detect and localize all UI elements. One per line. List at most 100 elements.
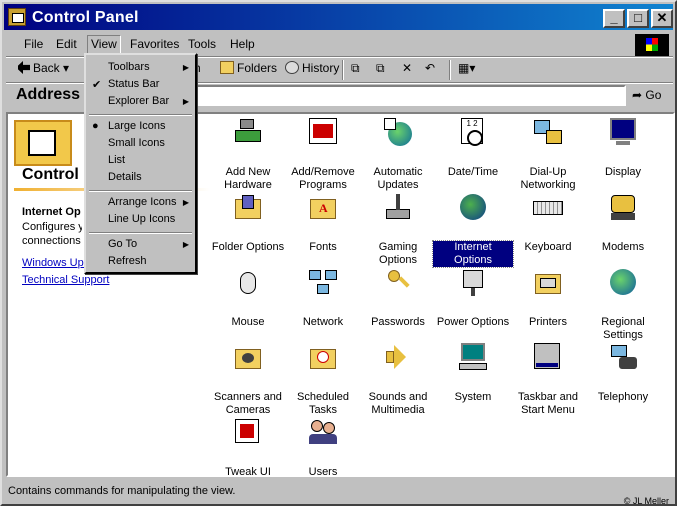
view-menu-item-toolbars[interactable]: Toolbars ▶ — [86, 61, 195, 78]
view-menu-item-status-bar[interactable]: ✔ Status Bar — [86, 78, 195, 95]
cp-item[interactable]: Add New Hardware — [208, 116, 288, 192]
internet-globe-icon — [457, 191, 489, 223]
cp-item[interactable]: Display — [583, 116, 663, 179]
move-to-icon[interactable]: ⧉ — [351, 61, 360, 76]
description-line: Configures yo — [22, 221, 82, 233]
close-button[interactable]: ✕ — [651, 9, 673, 28]
view-menu-item-large-icons[interactable]: ● Large Icons — [86, 120, 195, 137]
view-menu-item-arrange-icons[interactable]: Arrange Icons ▶ — [86, 196, 195, 213]
title-bar[interactable]: Control Panel _ □ ✕ — [4, 4, 673, 30]
menu-favorites[interactable]: Favorites — [130, 37, 179, 51]
tweak-icon — [232, 416, 264, 448]
submenu-arrow-icon: ▶ — [182, 97, 189, 106]
network-icon — [307, 266, 339, 298]
cp-item-label: Users — [308, 466, 338, 478]
cp-item-label: Printers — [529, 316, 567, 328]
cp-item-label: Fonts — [309, 241, 337, 253]
view-menu-item-small-icons[interactable]: Small Icons — [86, 137, 195, 154]
cp-item[interactable]: Power Options — [433, 266, 513, 329]
folders-button[interactable]: Folders — [220, 61, 277, 75]
minimize-button[interactable]: _ — [603, 9, 625, 28]
view-menu-label: Small Icons — [108, 137, 165, 149]
folders-icon — [220, 61, 234, 74]
cp-item[interactable]: Scheduled Tasks — [283, 341, 363, 417]
history-button[interactable]: History — [285, 61, 339, 75]
menu-edit[interactable]: Edit — [56, 37, 77, 51]
modem-icon — [607, 191, 639, 223]
view-menu-label: Large Icons — [108, 120, 166, 132]
cp-item[interactable]: Printers — [508, 266, 588, 329]
cp-item[interactable]: Dial-Up Networking — [508, 116, 588, 192]
cp-item-label: System — [454, 391, 492, 403]
cp-item-label: Taskbar and Start Menu — [518, 391, 578, 416]
menu-separator — [89, 190, 192, 192]
cp-item[interactable]: Network — [283, 266, 363, 329]
description-line: connections s — [22, 235, 82, 247]
cp-item[interactable]: Users — [283, 416, 363, 479]
cp-item[interactable]: Add/Remove Programs — [283, 116, 363, 192]
power-plug-icon — [457, 266, 489, 298]
menu-separator — [89, 114, 192, 116]
view-menu-item-list[interactable]: List — [86, 154, 195, 171]
cp-item[interactable]: Passwords — [358, 266, 438, 329]
back-button[interactable]: Back ▾ — [16, 61, 69, 75]
fonts-folder-icon: A — [307, 191, 339, 223]
go-button[interactable]: ➦ Go — [632, 88, 661, 102]
view-menu-item-refresh[interactable]: Refresh — [86, 255, 195, 272]
window-title: Control Panel — [32, 9, 139, 26]
submenu-arrow-icon: ▶ — [182, 63, 189, 72]
cp-item[interactable]: Telephony — [583, 341, 663, 404]
cp-item[interactable]: Mouse — [208, 266, 288, 329]
submenu-arrow-icon: ▶ — [182, 198, 189, 207]
joystick-icon — [382, 191, 414, 223]
cp-item[interactable]: Folder Options — [208, 191, 288, 254]
cp-item[interactable]: A Fonts — [283, 191, 363, 254]
delete-icon[interactable]: ✕ — [402, 61, 412, 75]
cp-item-label: Regional Settings — [601, 316, 645, 341]
cp-item[interactable]: Sounds and Multimedia — [358, 341, 438, 417]
cp-item-label: Power Options — [436, 316, 510, 328]
undo-icon[interactable]: ↶ — [425, 61, 435, 75]
menu-view[interactable]: View — [87, 35, 121, 55]
cp-item-label: Telephony — [597, 391, 649, 403]
address-label: Address — [16, 86, 81, 103]
cp-item[interactable]: Automatic Updates — [358, 116, 438, 192]
menu-file[interactable]: File — [24, 37, 43, 51]
maximize-button[interactable]: □ — [627, 9, 649, 28]
cp-item-label: Mouse — [231, 316, 265, 328]
cp-item-label: Folder Options — [211, 241, 285, 253]
view-menu-item-go-to[interactable]: Go To ▶ — [86, 238, 195, 255]
cp-item[interactable]: System — [433, 341, 513, 404]
menu-help[interactable]: Help — [230, 37, 255, 51]
radio-bullet-icon: ● — [92, 120, 99, 132]
submenu-arrow-icon: ▶ — [182, 240, 189, 249]
cp-item[interactable]: Regional Settings — [583, 266, 663, 342]
menu-tools[interactable]: Tools — [188, 37, 216, 51]
cp-item[interactable]: Modems — [583, 191, 663, 254]
view-menu-label: Details — [108, 171, 142, 183]
hardware-icon — [232, 116, 264, 148]
cp-item[interactable]: Scanners and Cameras — [208, 341, 288, 417]
scheduled-folder-icon — [307, 341, 339, 373]
view-menu-item-explorer-bar[interactable]: Explorer Bar ▶ — [86, 95, 195, 112]
view-menu-item-details[interactable]: Details — [86, 171, 195, 188]
view-menu-item-line-up-icons[interactable]: Line Up Icons — [86, 213, 195, 230]
cp-item[interactable]: 1 2 Date/Time — [433, 116, 513, 179]
cp-item[interactable]: Internet Options — [432, 191, 514, 268]
cp-item[interactable]: Taskbar and Start Menu — [508, 341, 588, 417]
cp-item[interactable]: Gaming Options — [358, 191, 438, 267]
windows-update-link[interactable]: Windows Upd — [22, 257, 84, 269]
globe-icon — [607, 266, 639, 298]
cp-item[interactable]: Tweak UI — [208, 416, 288, 479]
printer-folder-icon — [532, 266, 564, 298]
copy-to-icon[interactable]: ⧉ — [376, 61, 385, 76]
menu-bar: File Edit View Favorites Tools Help — [6, 33, 636, 55]
telephone-icon — [607, 341, 639, 373]
speaker-icon — [382, 341, 414, 373]
view-menu-label: List — [108, 154, 126, 166]
users-icon — [307, 416, 339, 448]
views-icon[interactable]: ▦▾ — [458, 61, 475, 75]
technical-support-link[interactable]: Technical Support — [22, 274, 109, 286]
cp-item[interactable]: Keyboard — [508, 191, 588, 254]
cp-item-label: Modems — [601, 241, 645, 253]
